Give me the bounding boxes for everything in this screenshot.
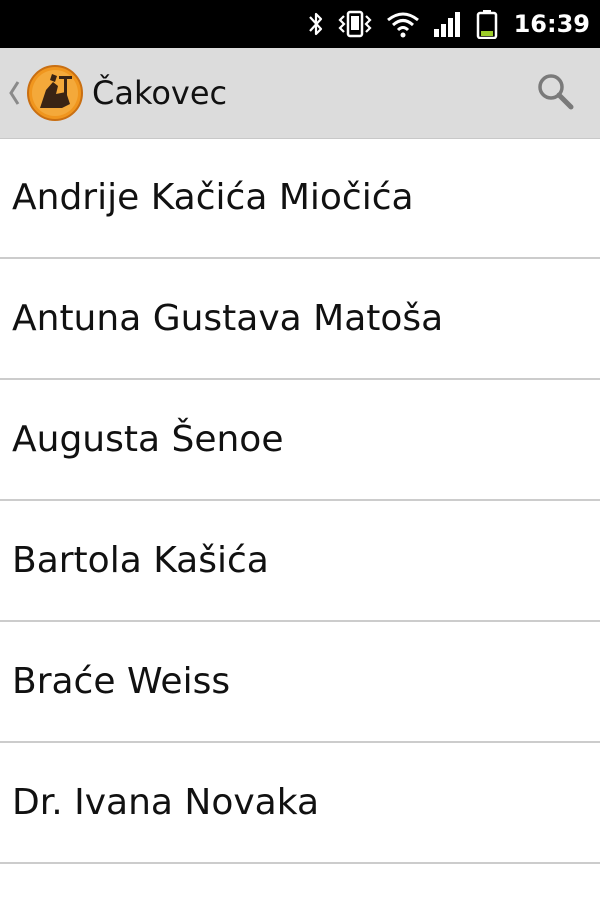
list-item[interactable]: Dr. Ivana Novaka (0, 743, 600, 864)
list-item[interactable]: Bartola Kašića (0, 501, 600, 622)
street-name: Augusta Šenoe (12, 419, 284, 460)
street-name: Braće Weiss (12, 661, 231, 702)
search-icon (535, 71, 575, 115)
list-item[interactable]: Andrije Kačića Miočića (0, 138, 600, 259)
signal-icon (432, 10, 464, 38)
street-list: Andrije Kačića Miočića Antuna Gustava Ma… (0, 138, 600, 864)
street-name: Bartola Kašića (12, 540, 269, 581)
status-bar: 16:39 (0, 0, 600, 48)
bluetooth-icon (308, 10, 324, 38)
back-chevron-icon[interactable] (6, 76, 22, 114)
street-name: Antuna Gustava Matoša (12, 298, 444, 339)
list-item[interactable]: Braće Weiss (0, 622, 600, 743)
vibrate-icon (336, 9, 374, 39)
search-button[interactable] (530, 68, 580, 118)
action-bar: Čakovec (0, 48, 600, 139)
status-icons: 16:39 (308, 0, 590, 48)
list-item[interactable]: Augusta Šenoe (0, 380, 600, 501)
list-item[interactable]: Antuna Gustava Matoša (0, 259, 600, 380)
street-name: Dr. Ivana Novaka (12, 782, 320, 823)
page-title: Čakovec (92, 74, 228, 112)
battery-icon (476, 9, 498, 39)
city-crest-icon[interactable] (26, 64, 84, 122)
status-time: 16:39 (513, 10, 590, 38)
wifi-icon (386, 10, 420, 38)
street-name: Andrije Kačića Miočića (12, 177, 414, 218)
